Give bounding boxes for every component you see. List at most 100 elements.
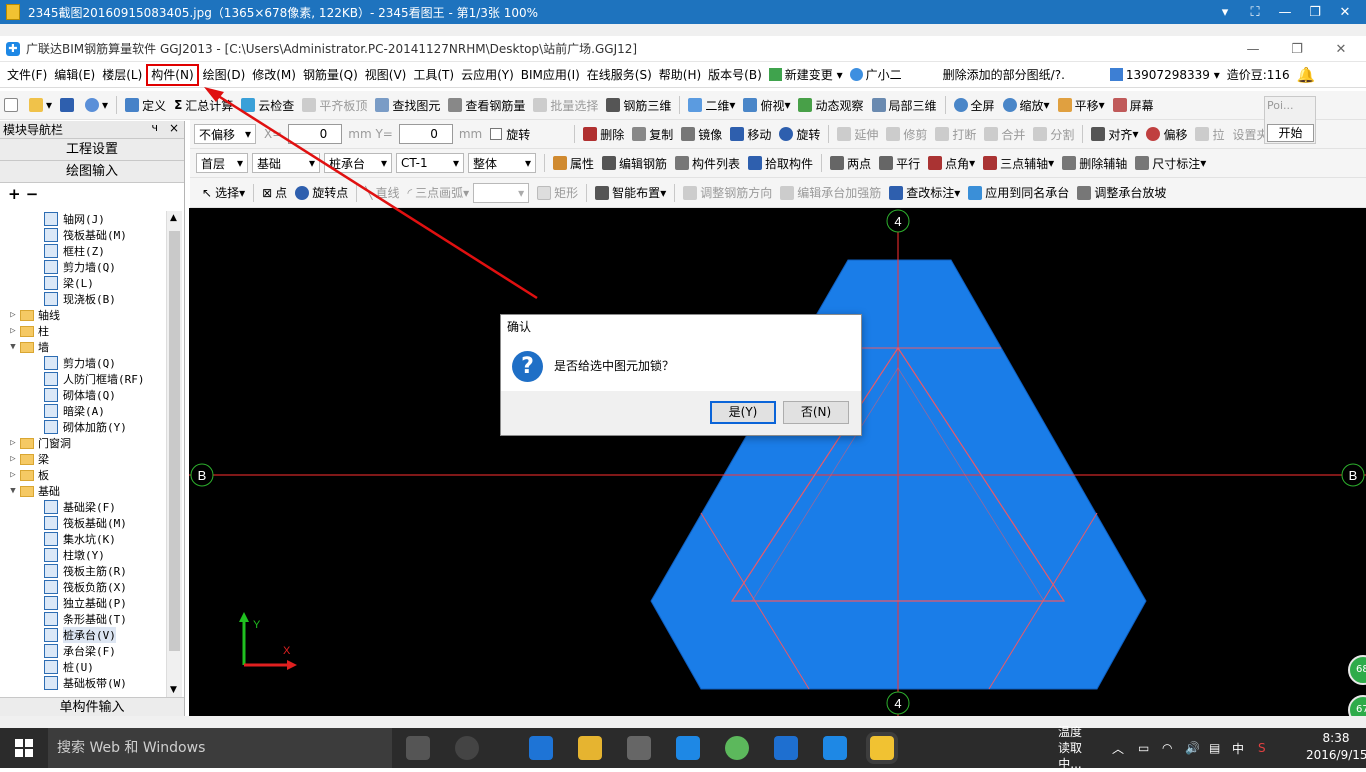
collapse-icon[interactable]: ▼ xyxy=(8,342,18,352)
y-input[interactable]: 0 xyxy=(398,124,453,144)
arc-option-select[interactable]: ▾ xyxy=(473,182,530,203)
parallel-axis-button[interactable]: 平行 xyxy=(875,152,924,174)
tree-item[interactable]: 集水坑(K) xyxy=(0,531,166,547)
tree-folder[interactable]: ▷ 板 xyxy=(0,467,166,483)
pin-icon[interactable]: ч xyxy=(152,121,159,134)
start-button[interactable]: 开始 xyxy=(1267,124,1314,142)
tree-folder[interactable]: ▼ 墙 xyxy=(0,339,166,355)
screen-button[interactable]: 屏幕 xyxy=(1109,94,1158,116)
scroll-up-icon[interactable]: ▲ xyxy=(170,213,177,223)
rotate-checkbox[interactable]: 旋转 xyxy=(486,123,534,145)
menu-version[interactable]: 版本号(B) xyxy=(705,64,765,86)
tree-scrollbar[interactable]: ▲ ▼ xyxy=(166,211,182,697)
tree-item[interactable]: 剪力墙(Q) xyxy=(0,259,166,275)
file-explorer-icon[interactable] xyxy=(578,736,602,760)
glodon-g2-icon[interactable] xyxy=(774,736,798,760)
tray-up-icon[interactable]: ︿ xyxy=(1112,728,1124,768)
component-list-button[interactable]: 构件列表 xyxy=(671,152,744,174)
tree-item[interactable]: 剪力墙(Q) xyxy=(0,355,166,371)
scroll-down-icon[interactable]: ▼ xyxy=(170,685,177,695)
menu-component[interactable]: 构件(N) xyxy=(146,63,199,86)
name-select[interactable]: CT-1 ▾ xyxy=(396,153,464,173)
local-3d-button[interactable]: 局部三维 xyxy=(868,94,941,116)
merge-button[interactable]: 合并 xyxy=(980,123,1029,145)
expand-collapse-tools[interactable]: + − xyxy=(0,183,184,205)
tree-item[interactable]: 人防门框墙(RF) xyxy=(0,371,166,387)
mirror-button[interactable]: 镜像 xyxy=(677,123,726,145)
viewer-close-icon[interactable]: ✕ xyxy=(1330,0,1360,24)
move-button[interactable]: 移动 xyxy=(726,123,775,145)
tree-item[interactable]: 砌体加筋(Y) xyxy=(0,419,166,435)
new-change-button[interactable]: 新建变更 ▾ xyxy=(766,64,846,86)
tree-item[interactable]: 柱墩(Y) xyxy=(0,547,166,563)
adjust-rebar-direction-button[interactable]: 调整钢筋方向 xyxy=(679,182,776,204)
open-file-icon[interactable]: ▾ xyxy=(25,94,56,116)
tree-item[interactable]: 筏板主筋(R) xyxy=(0,563,166,579)
image-viewer-icon[interactable] xyxy=(870,736,894,760)
rotate-button[interactable]: 旋转 xyxy=(775,123,824,145)
edit-rebar-button[interactable]: 编辑钢筋 xyxy=(598,152,671,174)
rotate-point-button[interactable]: 旋转点 xyxy=(291,182,352,204)
single-component-input[interactable]: 单构件输入 xyxy=(0,697,184,716)
new-file-icon[interactable] xyxy=(0,94,25,116)
menu-cloud[interactable]: 云应用(Y) xyxy=(458,64,517,86)
line-button[interactable]: ╲ 直线 xyxy=(361,182,403,204)
menu-draw[interactable]: 绘图(D) xyxy=(200,64,249,86)
tree-folder[interactable]: ▷ 梁 xyxy=(0,451,166,467)
tree-item[interactable]: 梁(L) xyxy=(0,275,166,291)
app-close-icon[interactable]: ✕ xyxy=(1318,36,1364,62)
cloud-check-button[interactable]: 云检查 xyxy=(237,94,298,116)
viewer-restore-icon[interactable]: ❐ xyxy=(1300,0,1330,24)
menu-view[interactable]: 视图(V) xyxy=(362,64,410,86)
battery-icon[interactable]: ▭ xyxy=(1138,728,1149,768)
apply-same-cap-button[interactable]: 应用到同名承台 xyxy=(964,182,1073,204)
view-rebar-quantity-button[interactable]: 查看钢筋量 xyxy=(444,94,529,116)
tree-item[interactable]: 桩(U) xyxy=(0,659,166,675)
task-view-icon[interactable] xyxy=(406,736,430,760)
batch-select-button[interactable]: 批量选择 xyxy=(529,94,602,116)
expand-icon[interactable]: ▷ xyxy=(8,454,18,464)
split-button[interactable]: 分割 xyxy=(1029,123,1078,145)
two-point-axis-button[interactable]: 两点 xyxy=(826,152,875,174)
weather-widget[interactable]: 温度 读取中... xyxy=(1048,725,1092,771)
tree-item[interactable]: 基础梁(F) xyxy=(0,499,166,515)
clock[interactable]: 8:38 2016/9/15 xyxy=(1306,730,1366,764)
menu-tools[interactable]: 工具(T) xyxy=(410,64,457,86)
viewer-menu-icon[interactable]: ▾ xyxy=(1210,0,1240,24)
menu-modify[interactable]: 修改(M) xyxy=(249,64,299,86)
tree-folder[interactable]: ▷ 柱 xyxy=(0,323,166,339)
no-button[interactable]: 否(N) xyxy=(783,401,849,424)
pick-component-button[interactable]: 拾取构件 xyxy=(744,152,817,174)
bell-icon[interactable]: 🔔 xyxy=(1294,64,1319,86)
category-select[interactable]: 基础 ▾ xyxy=(252,153,320,173)
wifi-icon[interactable]: ◠ xyxy=(1162,728,1172,768)
viewer-fullscreen-icon[interactable]: ⛶ xyxy=(1240,0,1270,24)
glodon-g-icon[interactable] xyxy=(676,736,700,760)
viewer-minimize-icon[interactable]: — xyxy=(1270,0,1300,24)
three-point-axis-button[interactable]: 三点辅轴 ▾ xyxy=(979,152,1058,174)
trim-button[interactable]: 修剪 xyxy=(882,123,931,145)
menu-bim[interactable]: BIM应用(I) xyxy=(518,64,583,86)
delete-axis-button[interactable]: 删除辅轴 xyxy=(1058,152,1131,174)
popup-input[interactable]: Poi... xyxy=(1267,99,1294,112)
tree-item[interactable]: 砌体墙(Q) xyxy=(0,387,166,403)
delete-button[interactable]: 删除 xyxy=(579,123,628,145)
summary-calc-button[interactable]: Σ 汇总计算 xyxy=(170,94,237,116)
view-2d-button[interactable]: 二维 ▾ xyxy=(684,94,739,116)
fullscreen-button[interactable]: 全屏 xyxy=(950,94,999,116)
app-restore-icon[interactable]: ❐ xyxy=(1274,36,1320,62)
expand-icon[interactable]: ▷ xyxy=(8,438,18,448)
tree-folder[interactable]: ▷ 轴线 xyxy=(0,307,166,323)
scroll-thumb[interactable] xyxy=(169,231,180,651)
tab-drawing-input[interactable]: 绘图输入 xyxy=(0,161,184,183)
tree-item[interactable]: 桩承台(V) xyxy=(0,627,166,643)
edge-icon[interactable] xyxy=(529,736,553,760)
select-button[interactable]: ↖ 选择 ▾ xyxy=(198,182,249,204)
assistant-button[interactable]: 广小二 xyxy=(847,64,905,86)
sogou-icon[interactable]: S xyxy=(1258,728,1266,768)
drawing-canvas[interactable]: 4 4 B B Y X xyxy=(189,208,1366,716)
offset-select[interactable]: 不偏移 ▾ xyxy=(194,124,256,144)
type-select[interactable]: 桩承台 ▾ xyxy=(324,153,392,173)
rebar-3d-button[interactable]: 钢筋三维 xyxy=(602,94,675,116)
break-button[interactable]: 打断 xyxy=(931,123,980,145)
